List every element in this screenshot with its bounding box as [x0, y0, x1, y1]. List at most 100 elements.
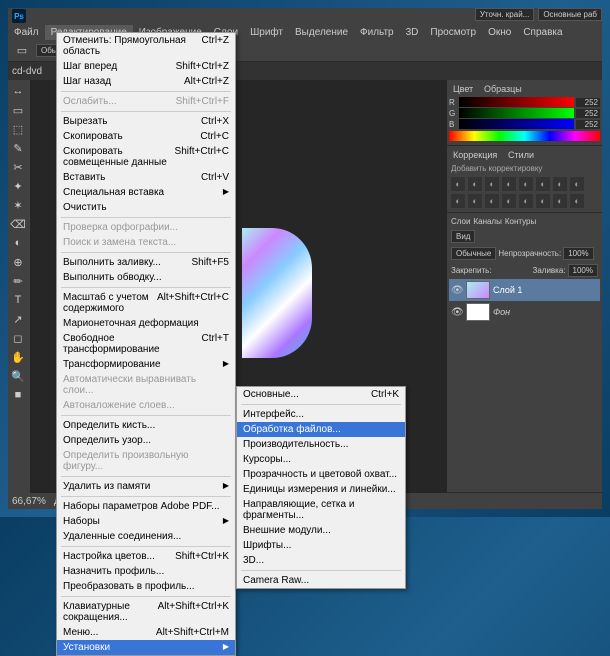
tool-icon[interactable]: ◐: [8, 234, 28, 252]
tool-icon[interactable]: ⬚: [8, 120, 28, 138]
menu-item[interactable]: Внешние модули...: [237, 523, 405, 538]
menu-item[interactable]: Основные...Ctrl+K: [237, 387, 405, 402]
tool-preset-icon[interactable]: ▭: [12, 42, 32, 60]
tool-icon[interactable]: ◻: [8, 329, 28, 347]
menu-item[interactable]: Единицы измерения и линейки...: [237, 482, 405, 497]
menu-item[interactable]: Установки▶: [57, 640, 235, 655]
refine-edge-button[interactable]: Уточн. край...: [475, 8, 535, 21]
tool-icon[interactable]: ✏: [8, 272, 28, 290]
adjustment-icon[interactable]: ◐: [485, 194, 499, 208]
menu-item[interactable]: Очистить: [57, 200, 235, 215]
menu-item[interactable]: Клавиатурные сокращения...Alt+Shift+Ctrl…: [57, 599, 235, 625]
workspace-switcher[interactable]: Основные раб: [538, 8, 602, 21]
menu-item[interactable]: Марионеточная деформация: [57, 316, 235, 331]
menu-item[interactable]: Выполнить заливку...Shift+F5: [57, 255, 235, 270]
tab-paths[interactable]: Контуры: [505, 217, 536, 226]
menu-справка[interactable]: Справка: [517, 25, 568, 40]
tool-icon[interactable]: ⊕: [8, 253, 28, 271]
menu-item[interactable]: Назначить профиль...: [57, 564, 235, 579]
menu-item[interactable]: Определить узор...: [57, 433, 235, 448]
adjustment-icon[interactable]: ◐: [553, 194, 567, 208]
adjustment-icon[interactable]: ◐: [519, 177, 533, 191]
blend-mode[interactable]: Обычные: [451, 247, 496, 260]
zoom-level[interactable]: 66,67%: [12, 496, 46, 507]
adjustment-icon[interactable]: ◐: [468, 177, 482, 191]
menu-item[interactable]: Шрифты...: [237, 538, 405, 553]
r-value[interactable]: 252: [576, 98, 600, 107]
menu-item[interactable]: Специальная вставка▶: [57, 185, 235, 200]
menu-item[interactable]: Меню...Alt+Shift+Ctrl+M: [57, 625, 235, 640]
tab-swatches[interactable]: Образцы: [480, 82, 526, 96]
tool-icon[interactable]: ✶: [8, 196, 28, 214]
g-slider[interactable]: [459, 108, 574, 118]
menu-item[interactable]: Удаленные соединения...: [57, 529, 235, 544]
adjustment-icon[interactable]: ◐: [570, 177, 584, 191]
adjustment-icon[interactable]: ◐: [502, 177, 516, 191]
layer-name[interactable]: Фон: [493, 307, 510, 317]
tool-icon[interactable]: ↗: [8, 310, 28, 328]
b-slider[interactable]: [459, 119, 574, 129]
menu-шрифт[interactable]: Шрифт: [244, 25, 289, 40]
tool-icon[interactable]: ■: [8, 386, 28, 404]
menu-item[interactable]: Курсоры...: [237, 452, 405, 467]
fill-value[interactable]: 100%: [568, 264, 598, 277]
menu-item[interactable]: Наборы▶: [57, 514, 235, 529]
tool-icon[interactable]: ↔: [8, 82, 28, 100]
adjustment-icon[interactable]: ◐: [536, 194, 550, 208]
tool-icon[interactable]: ⌫: [8, 215, 28, 233]
menu-item[interactable]: Шаг впередShift+Ctrl+Z: [57, 59, 235, 74]
menu-окно[interactable]: Окно: [482, 25, 517, 40]
menu-item[interactable]: Направляющие, сетка и фрагменты...: [237, 497, 405, 523]
adjustment-icon[interactable]: ◐: [485, 177, 499, 191]
b-value[interactable]: 252: [576, 120, 600, 129]
tool-icon[interactable]: ✋: [8, 348, 28, 366]
tool-icon[interactable]: 🔍: [8, 367, 28, 385]
menu-item[interactable]: Свободное трансформированиеCtrl+T: [57, 331, 235, 357]
tab-layers[interactable]: Слои: [451, 217, 470, 226]
menu-просмотр[interactable]: Просмотр: [424, 25, 482, 40]
menu-item[interactable]: Удалить из памяти▶: [57, 479, 235, 494]
tab-styles[interactable]: Стили: [504, 148, 538, 162]
tab-adjustments[interactable]: Коррекция: [449, 148, 501, 162]
tool-icon[interactable]: ✎: [8, 139, 28, 157]
menu-item[interactable]: Шаг назадAlt+Ctrl+Z: [57, 74, 235, 89]
adjustment-icon[interactable]: ◐: [502, 194, 516, 208]
menu-item[interactable]: ВырезатьCtrl+X: [57, 114, 235, 129]
tab-color[interactable]: Цвет: [449, 82, 477, 96]
menu-item[interactable]: Определить кисть...: [57, 418, 235, 433]
hue-strip[interactable]: [449, 131, 600, 141]
adjustment-icon[interactable]: ◐: [536, 177, 550, 191]
adjustment-icon[interactable]: ◐: [451, 194, 465, 208]
g-value[interactable]: 252: [576, 109, 600, 118]
layer-row[interactable]: 👁 Слой 1: [449, 279, 600, 301]
menu-item[interactable]: Наборы параметров Adobe PDF...: [57, 499, 235, 514]
adjustment-icon[interactable]: ◐: [451, 177, 465, 191]
menu-item[interactable]: Прозрачность и цветовой охват...: [237, 467, 405, 482]
menu-3d[interactable]: 3D: [400, 25, 425, 40]
document-tab[interactable]: cd-dvd: [12, 66, 42, 77]
tool-icon[interactable]: ▭: [8, 101, 28, 119]
r-slider[interactable]: [459, 97, 574, 107]
adjustment-icon[interactable]: ◐: [468, 194, 482, 208]
menu-item[interactable]: 3D...: [237, 553, 405, 568]
tool-icon[interactable]: ✂: [8, 158, 28, 176]
tool-icon[interactable]: T: [8, 291, 28, 309]
layer-name[interactable]: Слой 1: [493, 285, 522, 295]
menu-item[interactable]: Производительность...: [237, 437, 405, 452]
menu-item[interactable]: Масштаб с учетом содержимогоAlt+Shift+Ct…: [57, 290, 235, 316]
menu-item[interactable]: Преобразовать в профиль...: [57, 579, 235, 594]
layer-row[interactable]: 👁 Фон: [449, 301, 600, 323]
menu-item[interactable]: Интерфейс...: [237, 407, 405, 422]
menu-item[interactable]: Отменить: Прямоугольная областьCtrl+Z: [57, 33, 235, 59]
tab-channels[interactable]: Каналы: [473, 217, 501, 226]
layer-filter[interactable]: Вид: [451, 230, 475, 243]
opacity-value[interactable]: 100%: [563, 247, 593, 260]
menu-item[interactable]: СкопироватьCtrl+C: [57, 129, 235, 144]
menu-item[interactable]: Camera Raw...: [237, 573, 405, 588]
tool-icon[interactable]: ✦: [8, 177, 28, 195]
menu-фильтр[interactable]: Фильтр: [354, 25, 400, 40]
menu-item[interactable]: Скопировать совмещенные данныеShift+Ctrl…: [57, 144, 235, 170]
menu-выделение[interactable]: Выделение: [289, 25, 354, 40]
menu-item[interactable]: Обработка файлов...: [237, 422, 405, 437]
adjustment-icon[interactable]: ◐: [553, 177, 567, 191]
